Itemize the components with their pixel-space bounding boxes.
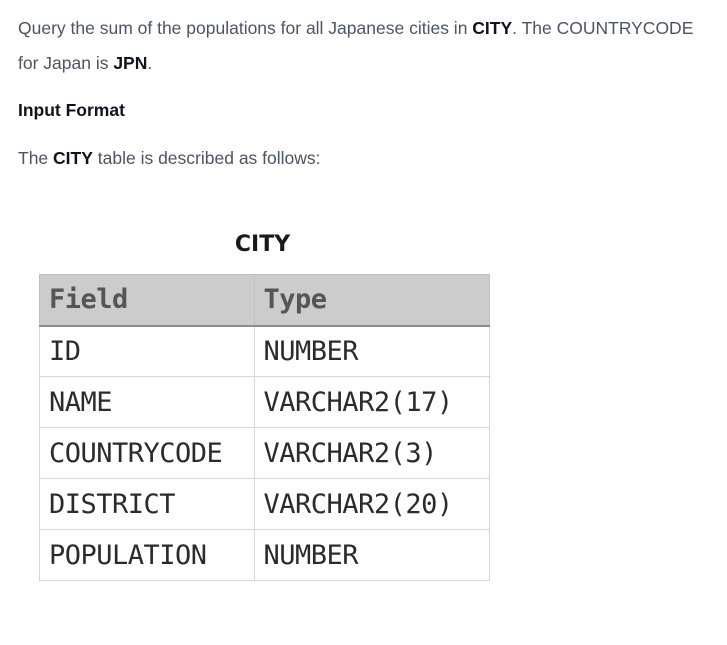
problem-statement: Query the sum of the populations for all… (18, 11, 718, 81)
type-cell: VARCHAR2(17) (253, 376, 491, 428)
table-description-name: CITY (53, 148, 93, 168)
field-cell: ID (39, 325, 255, 377)
statement-country-code: JPN (113, 53, 148, 73)
field-cell: NAME (39, 376, 255, 428)
field-cell: DISTRICT (39, 478, 255, 530)
schema-header-row: Field Type (39, 274, 491, 327)
type-cell: VARCHAR2(20) (253, 478, 491, 530)
city-schema-figure: CITY Field Type ID NUMBER NAME VARCHAR2(… (39, 225, 491, 581)
statement-city-name: CITY (472, 18, 513, 38)
field-cell: POPULATION (39, 529, 255, 581)
header-field: Field (39, 274, 255, 327)
type-cell: VARCHAR2(3) (253, 427, 491, 479)
field-cell: COUNTRYCODE (39, 427, 255, 479)
table-row: NAME VARCHAR2(17) (39, 376, 491, 428)
type-cell: NUMBER (253, 529, 491, 581)
input-format-heading: Input Format (18, 100, 125, 120)
table-row: DISTRICT VARCHAR2(20) (39, 478, 491, 530)
type-cell: NUMBER (253, 325, 491, 377)
header-type: Type (253, 274, 491, 327)
schema-caption: CITY (234, 232, 291, 257)
table-description: The CITY table is described as follows: (18, 141, 321, 176)
statement-text-1: Query the sum of the populations for all… (18, 18, 473, 38)
table-row: POPULATION NUMBER (39, 529, 491, 581)
table-description-prefix: The (18, 148, 54, 168)
table-row: ID NUMBER (39, 325, 491, 377)
table-description-suffix: table is described as follows: (92, 148, 321, 168)
table-row: COUNTRYCODE VARCHAR2(3) (39, 427, 491, 479)
city-schema-table: Field Type ID NUMBER NAME VARCHAR2(17) C… (39, 274, 491, 581)
statement-text-3: . (147, 53, 153, 73)
